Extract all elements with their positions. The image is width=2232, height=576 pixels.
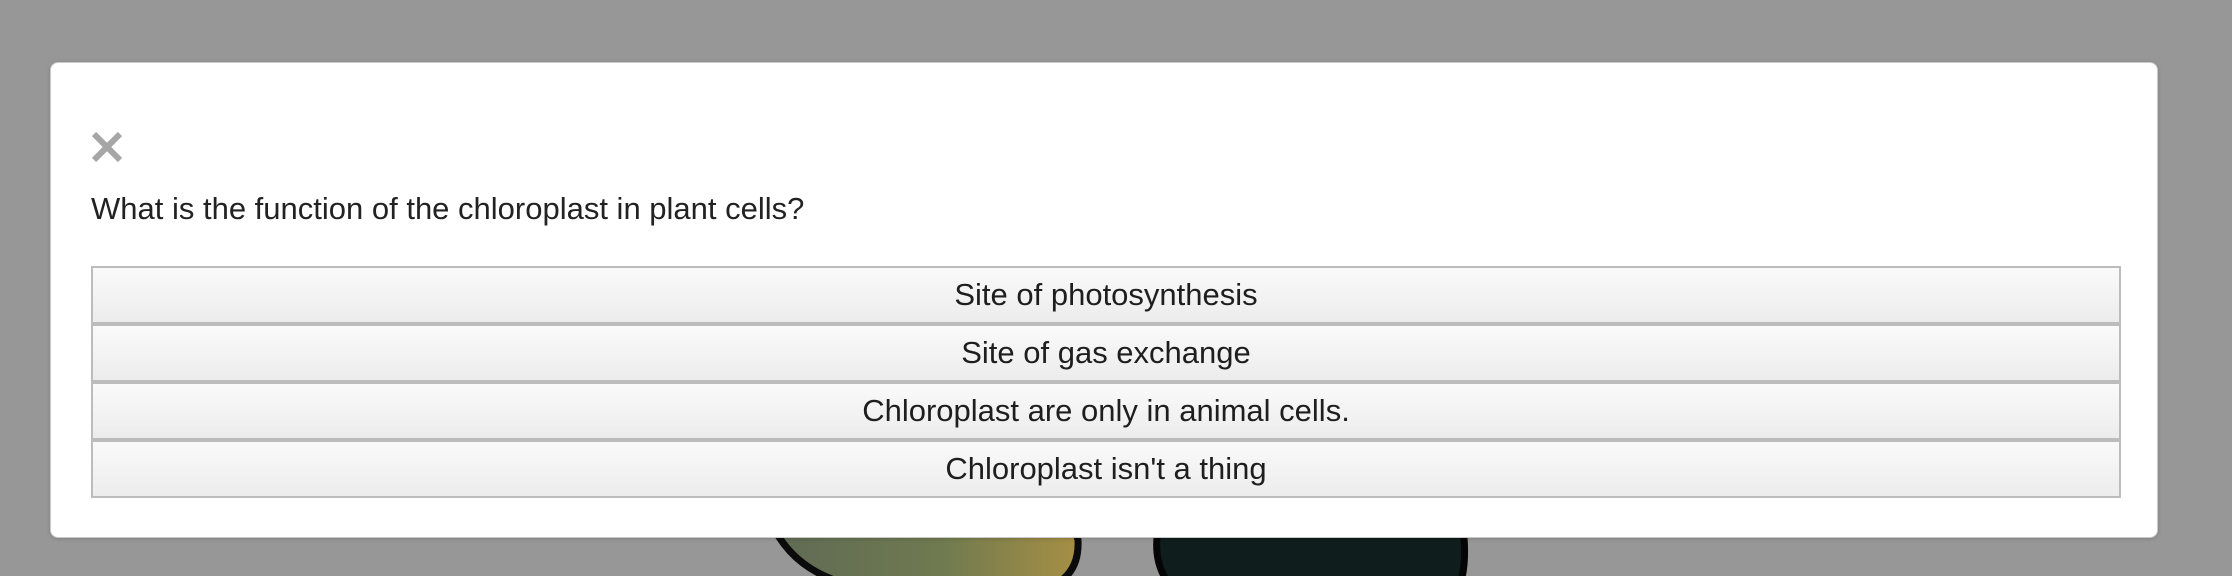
- question-modal: What is the function of the chloroplast …: [50, 62, 2158, 538]
- answer-options: Site of photosynthesis Site of gas excha…: [91, 266, 2121, 498]
- answer-option-3[interactable]: Chloroplast are only in animal cells.: [91, 382, 2121, 440]
- question-text: What is the function of the chloroplast …: [91, 191, 805, 226]
- answer-option-4[interactable]: Chloroplast isn't a thing: [91, 440, 2121, 498]
- close-icon[interactable]: [89, 129, 125, 165]
- answer-option-2[interactable]: Site of gas exchange: [91, 324, 2121, 382]
- answer-option-1[interactable]: Site of photosynthesis: [91, 266, 2121, 324]
